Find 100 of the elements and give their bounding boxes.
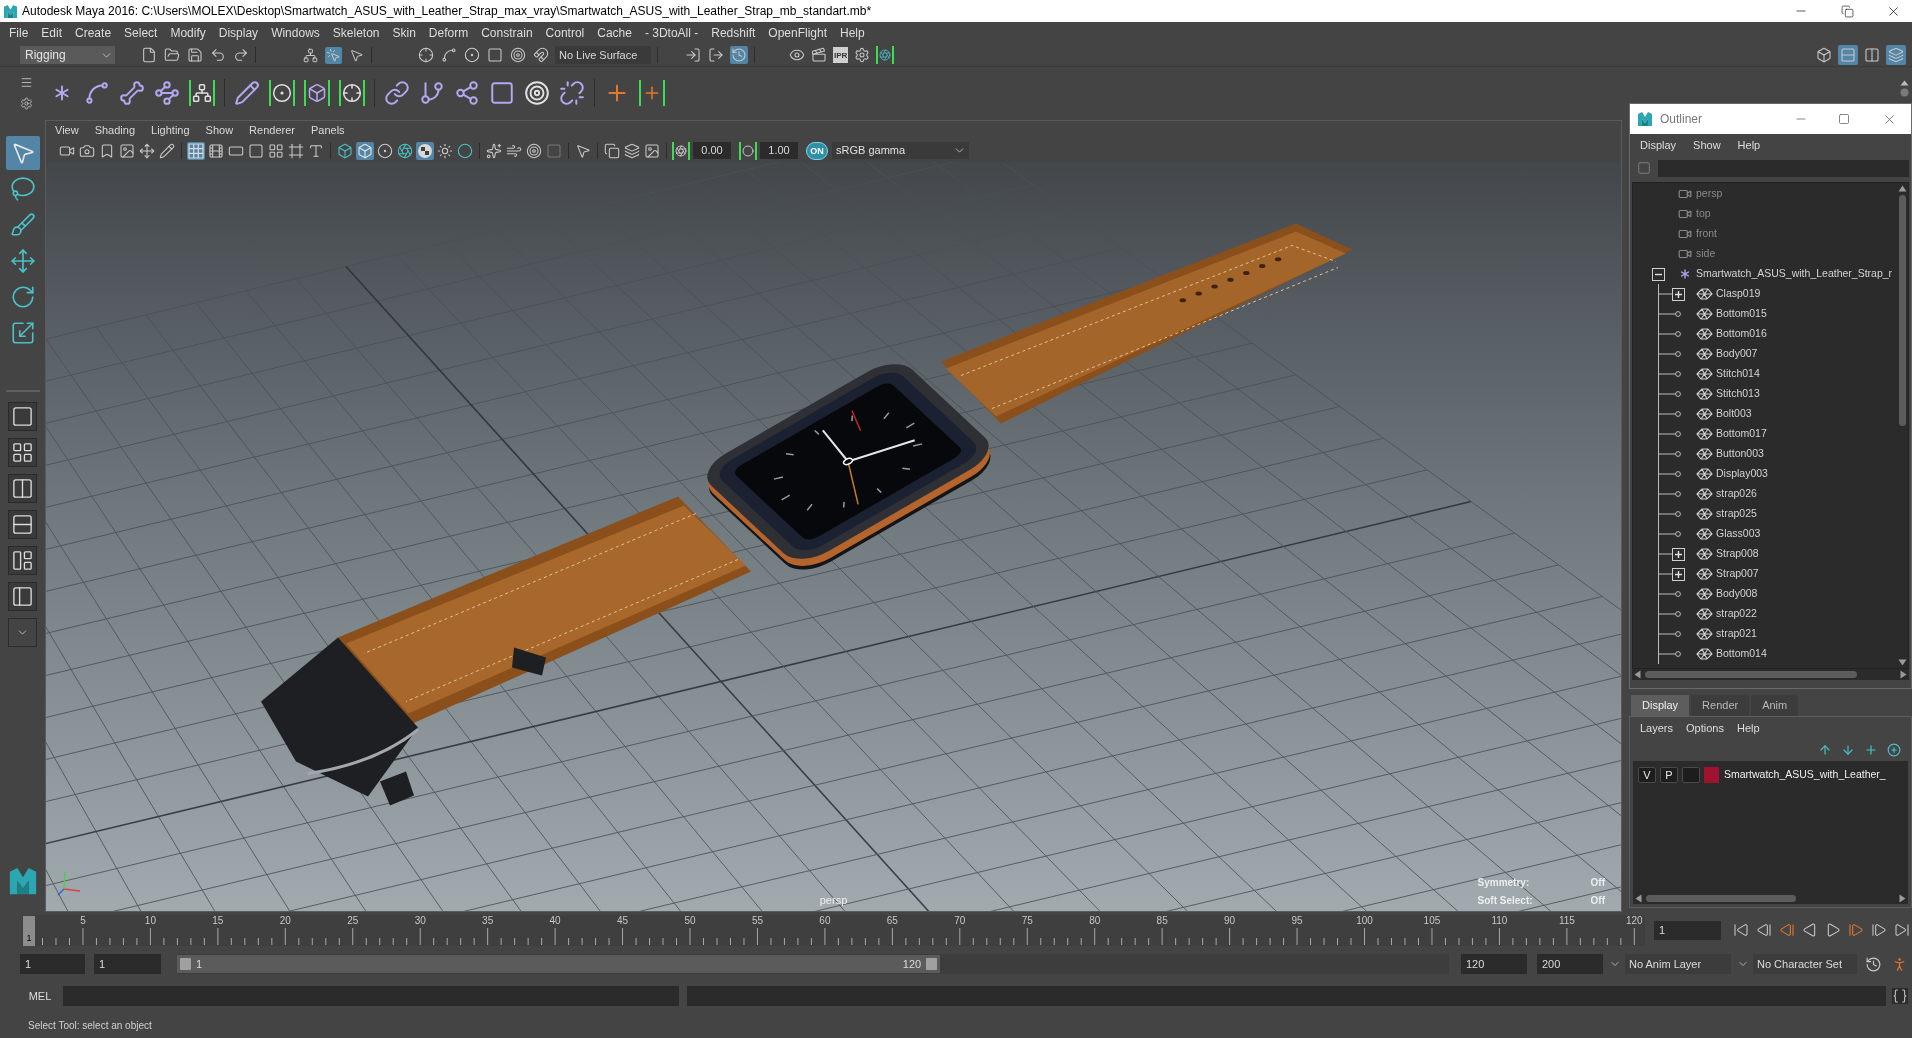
hierarchy-icon[interactable] bbox=[302, 46, 319, 64]
outliner-item[interactable]: Stitch014 bbox=[1716, 366, 1760, 382]
redo-icon[interactable] bbox=[233, 47, 249, 63]
playback-end-field[interactable]: 120 bbox=[1461, 954, 1527, 974]
copy-icon[interactable] bbox=[603, 141, 621, 160]
panel-menu-item[interactable]: Panels bbox=[310, 121, 345, 139]
point-icon[interactable] bbox=[464, 47, 480, 63]
color-management-toggle[interactable]: ON bbox=[806, 141, 828, 160]
current-frame-marker[interactable]: 1 bbox=[23, 915, 35, 946]
square-icon[interactable] bbox=[489, 79, 515, 106]
menu-item[interactable]: Deform bbox=[428, 24, 469, 42]
grid-icon[interactable] bbox=[187, 141, 205, 160]
outliner-item[interactable]: Glass003 bbox=[1716, 526, 1761, 542]
scroll-up-icon[interactable] bbox=[1900, 80, 1909, 86]
anim-layer-dropdown[interactable]: No Anim Layer bbox=[1625, 954, 1731, 974]
scroll-up-icon[interactable] bbox=[1898, 185, 1907, 192]
visibility-toggle[interactable]: V bbox=[1638, 767, 1656, 783]
panel-layout-icon[interactable] bbox=[8, 546, 37, 575]
outliner-item[interactable]: Bottom017 bbox=[1716, 426, 1767, 442]
restore-icon[interactable] bbox=[1841, 4, 1854, 18]
outliner-item[interactable]: Clasp019 bbox=[1716, 286, 1761, 302]
playback-toggle[interactable]: P bbox=[1660, 767, 1678, 783]
outliner-item[interactable]: Stitch013 bbox=[1716, 386, 1760, 402]
scroll-right-icon[interactable] bbox=[1900, 670, 1907, 679]
outliner-item[interactable]: Bolt003 bbox=[1716, 406, 1752, 422]
file-icon[interactable] bbox=[141, 47, 157, 63]
menu-item[interactable]: Edit bbox=[41, 24, 63, 42]
panel-menu-item[interactable]: Shading bbox=[94, 121, 136, 139]
playback-start-field[interactable]: 1 bbox=[94, 954, 161, 974]
expand-box-icon[interactable] bbox=[1672, 567, 1685, 581]
step-forward-icon[interactable] bbox=[1871, 922, 1887, 938]
menu-item[interactable]: Control bbox=[545, 24, 585, 42]
history-icon[interactable] bbox=[730, 46, 748, 64]
collapse-box-icon[interactable] bbox=[1652, 267, 1665, 281]
grid-layout-icon[interactable] bbox=[8, 438, 37, 467]
menu-icon[interactable] bbox=[20, 75, 33, 89]
scroll-left-icon[interactable] bbox=[1635, 894, 1642, 903]
menu-item[interactable]: Create bbox=[75, 24, 112, 42]
horizontal-scrollbar[interactable] bbox=[1633, 893, 1908, 904]
pointer-click-icon[interactable] bbox=[325, 46, 342, 64]
frame-icon[interactable] bbox=[287, 141, 305, 160]
pencil-icon[interactable] bbox=[234, 79, 260, 106]
waypoints-icon[interactable] bbox=[154, 79, 180, 106]
target-icon[interactable] bbox=[510, 47, 526, 63]
outliner-menu-item[interactable]: Show bbox=[1693, 136, 1721, 154]
two-rows-icon[interactable] bbox=[8, 510, 37, 539]
eye-icon[interactable] bbox=[789, 47, 805, 63]
curve-icon[interactable] bbox=[441, 47, 457, 63]
film-icon[interactable] bbox=[207, 141, 225, 160]
command-language-button[interactable]: MEL bbox=[22, 986, 58, 1006]
live-surface-field[interactable]: No Live Surface bbox=[555, 46, 651, 64]
range-handle-icon[interactable] bbox=[926, 958, 938, 970]
scrollbar-thumb[interactable] bbox=[1646, 895, 1796, 902]
play-backward-icon[interactable] bbox=[1802, 922, 1818, 938]
menu-item[interactable]: Modify bbox=[170, 24, 206, 42]
color-space-dropdown[interactable]: sRGB gamma bbox=[832, 142, 969, 159]
time-slider[interactable]: 1 5 10 15 20 25 30 35 40 45 50 55 60 65 70 75 80 85 90 95 100 105 110 115 120 bbox=[22, 914, 1645, 946]
outliner-item[interactable]: strap021 bbox=[1716, 626, 1757, 642]
expand-box-icon[interactable] bbox=[1672, 287, 1685, 301]
aperture-icon[interactable] bbox=[672, 141, 690, 160]
network-icon[interactable] bbox=[189, 79, 215, 106]
circle-plus-icon[interactable] bbox=[1887, 743, 1901, 757]
side-panel-icon[interactable] bbox=[8, 582, 37, 611]
layers-icon[interactable] bbox=[623, 141, 641, 160]
save-icon[interactable] bbox=[187, 47, 203, 63]
scroll-left-icon[interactable] bbox=[1634, 670, 1641, 679]
branch-icon[interactable] bbox=[419, 79, 445, 106]
outliner-item[interactable]: Body008 bbox=[1716, 586, 1758, 602]
move-icon[interactable] bbox=[138, 141, 156, 160]
outliner-item[interactable]: Button003 bbox=[1716, 446, 1764, 462]
panel-menu-item[interactable]: Lighting bbox=[151, 121, 190, 139]
range-slider-bar[interactable] bbox=[177, 955, 941, 973]
link-icon[interactable] bbox=[384, 79, 410, 106]
menu-item[interactable]: Cache bbox=[597, 24, 632, 42]
outliner-item[interactable]: persp bbox=[1696, 186, 1723, 202]
sparkles-icon[interactable] bbox=[485, 141, 503, 160]
gear-icon[interactable] bbox=[20, 96, 33, 110]
crosshair-icon[interactable] bbox=[418, 47, 434, 63]
character-set-dropdown[interactable]: No Character Set bbox=[1753, 954, 1857, 974]
outliner-item[interactable]: Bottom016 bbox=[1716, 326, 1767, 342]
scrollbar-thumb[interactable] bbox=[1899, 195, 1906, 426]
pointer-icon[interactable] bbox=[5, 136, 40, 170]
outliner-item[interactable]: strap026 bbox=[1716, 486, 1757, 502]
outliner-item[interactable]: strap022 bbox=[1716, 606, 1757, 622]
arrow-up-icon[interactable] bbox=[1818, 743, 1832, 757]
bone-icon[interactable] bbox=[119, 79, 145, 106]
layer-editor-tab[interactable]: Anim bbox=[1751, 695, 1799, 716]
menu-item[interactable]: Redshift bbox=[711, 24, 756, 42]
menu-item[interactable]: - 3DtoAll - bbox=[644, 24, 699, 42]
menu-item[interactable]: File bbox=[9, 24, 29, 42]
two-columns-icon[interactable] bbox=[8, 474, 37, 503]
scroll-right-icon[interactable] bbox=[1899, 894, 1906, 903]
folder-icon[interactable] bbox=[164, 47, 180, 63]
menu-item[interactable]: Help bbox=[840, 24, 865, 42]
outliner-item[interactable]: Bottom014 bbox=[1716, 646, 1767, 662]
reference-toggle[interactable] bbox=[1682, 767, 1700, 783]
ipr-render-button[interactable]: IPR bbox=[833, 47, 849, 63]
layer-menu-item[interactable]: Options bbox=[1686, 719, 1724, 737]
vertical-scrollbar[interactable] bbox=[1897, 183, 1908, 668]
horizontal-scrollbar[interactable] bbox=[1632, 669, 1909, 680]
